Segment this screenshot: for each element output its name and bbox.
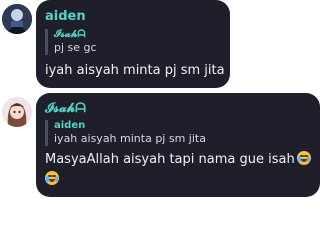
crying-face-icon: [45, 171, 59, 185]
message-text: MasyaAllah aisyah tapi nama gue isah: [45, 151, 315, 189]
reply-quote[interactable]: aiden iyah aisyah minta pj sm jita: [45, 120, 206, 146]
avatar-image-icon: [2, 4, 32, 34]
message-bubble[interactable]: aiden 𝓘𝓼𝓪𝓱ᗩ pj se gc iyah aisyah minta p…: [36, 0, 230, 88]
reply-text: pj se gc: [54, 41, 97, 54]
author-name[interactable]: 𝓘𝓼𝓪𝓱ᗩ: [45, 101, 86, 116]
reply-text: iyah aisyah minta pj sm jita: [54, 132, 206, 145]
message-bubble[interactable]: 𝓘𝓼𝓪𝓱ᗩ aiden iyah aisyah minta pj sm jita…: [36, 93, 320, 197]
message-text-content: MasyaAllah aisyah tapi nama gue isah: [45, 152, 295, 167]
avatar[interactable]: [2, 97, 32, 127]
message-text: iyah aisyah minta pj sm jita: [45, 63, 225, 78]
reply-quote[interactable]: 𝓘𝓼𝓪𝓱ᗩ pj se gc: [45, 29, 97, 55]
reply-author: 𝓘𝓼𝓪𝓱ᗩ: [54, 29, 86, 40]
author-name[interactable]: aiden: [45, 9, 86, 24]
reply-author: aiden: [54, 120, 86, 131]
avatar[interactable]: [2, 4, 32, 34]
avatar-image-icon: [2, 97, 32, 127]
crying-face-icon: [296, 151, 311, 165]
